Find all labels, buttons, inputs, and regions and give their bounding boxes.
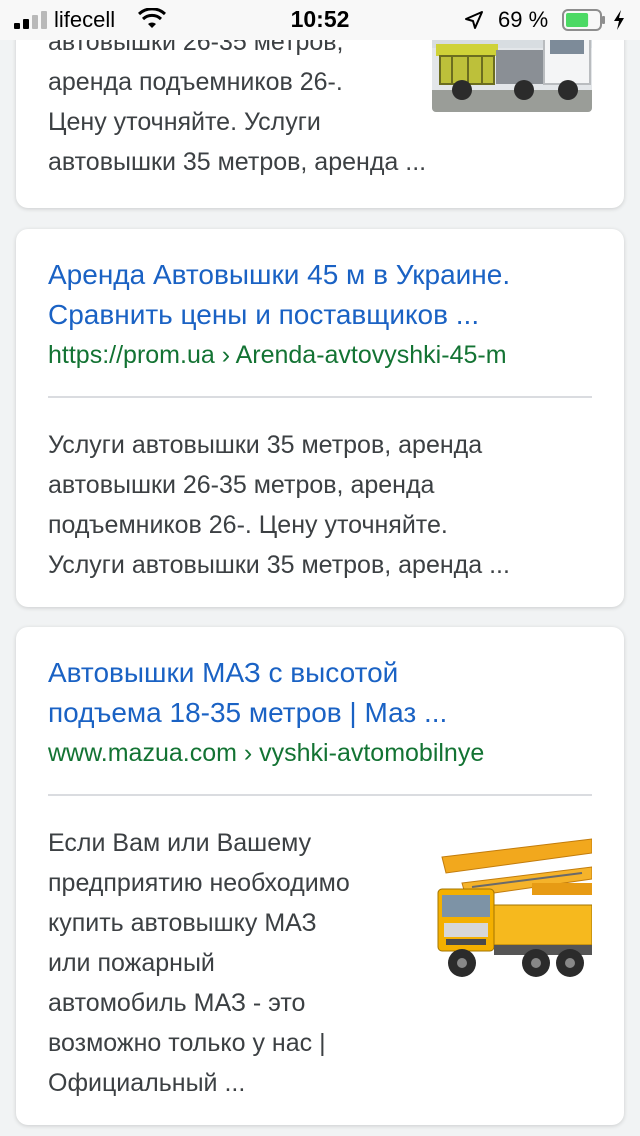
battery-icon [562,9,605,31]
snippet-line: Услуги автовышки 35 метров, аренда ... [48,551,510,579]
charging-bolt-icon [614,10,624,30]
result-title-link[interactable]: Аренда Автовышки 45 м в Украине. Сравнит… [48,255,596,335]
result-title-link[interactable]: Автовышки МАЗ с высотой подъема 18-35 ме… [48,653,596,733]
search-result-card[interactable]: Автовышки МАЗ с высотой подъема 18-35 ме… [16,627,624,1125]
snippet-line: купить автовышку МАЗ [48,909,317,937]
snippet-line: Услуги автовышки 35 метров, аренда [48,431,483,459]
snippet-line: предприятию необходимо [48,869,350,897]
location-arrow-icon [465,11,483,29]
result-snippet: Услуги автовышки 35 метров, аренда автов… [48,425,596,585]
snippet-line: подъемников 26-. Цену уточняйте. [48,511,448,539]
result-snippet: автовышки 26-35 метров, аренда подъемник… [48,22,448,182]
snippet-line: Цену уточняйте. Услуги [48,108,321,136]
snippet-line: автовышки 35 метров, аренда ... [48,148,427,176]
battery-percent: 69 % [498,7,549,32]
snippet-line: автомобиль МАЗ - это [48,989,306,1017]
snippet-line: Если Вам или Вашему [48,829,312,857]
snippet-line: или пожарный [48,949,215,977]
maz-aerial-truck-image[interactable] [432,827,592,989]
result-url[interactable]: www.mazua.com › vyshki-avtomobilnye [48,736,608,770]
result-snippet: Если Вам или Вашему предприятию необходи… [48,823,418,1103]
result-url[interactable]: https://prom.ua › Arenda-avtovyshki-45-m [48,338,608,372]
status-bar: lifecell 10:52 69 % [0,0,640,40]
result-divider [48,396,592,398]
snippet-line: Официальный ... [48,1069,246,1097]
title-line: Автовышки МАЗ с высотой [48,657,399,688]
snippet-line: автовышки 26-35 метров, аренда [48,471,435,499]
snippet-line: возможно только у нас | [48,1029,326,1057]
result-divider [48,794,592,796]
title-line: Аренда Автовышки 45 м в Украине. [48,259,511,290]
snippet-line: аренда подъемников 26-. [48,68,343,96]
search-result-card[interactable]: Аренда Автовышки 45 м в Украине. Сравнит… [16,229,624,607]
title-line: подъема 18-35 метров | Маз ... [48,697,448,728]
title-line: Сравнить цены и поставщиков ... [48,299,480,330]
